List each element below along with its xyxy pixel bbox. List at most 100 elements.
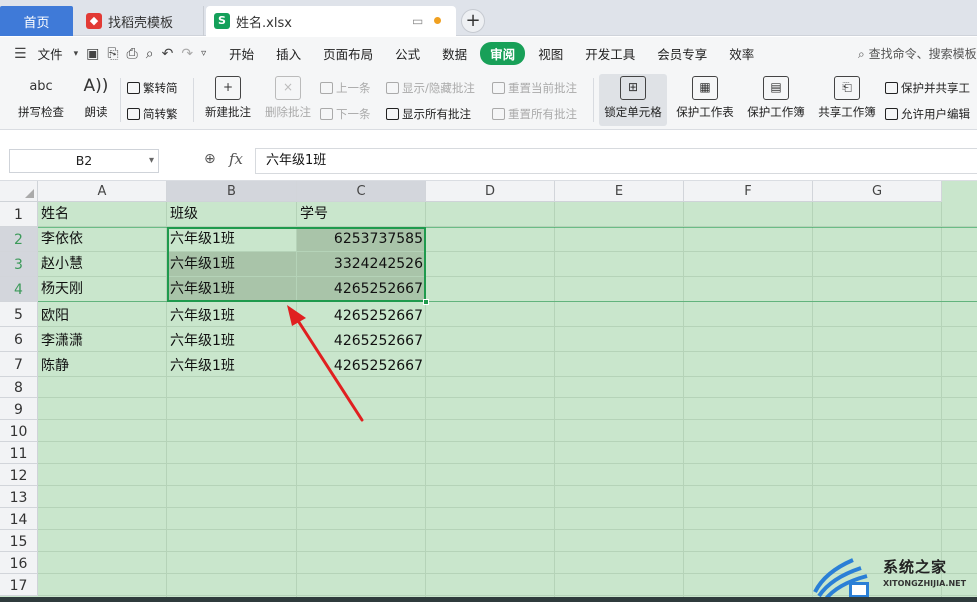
ribbon-separator bbox=[193, 78, 194, 122]
fx-icon[interactable]: fx bbox=[229, 150, 243, 168]
column-header-d[interactable]: D bbox=[426, 181, 555, 202]
menu-developer[interactable]: 开发工具 bbox=[578, 44, 642, 63]
menu-file[interactable]: 文件 bbox=[31, 44, 70, 63]
new-tab-button[interactable]: + bbox=[461, 9, 485, 33]
column-header-c[interactable]: C bbox=[297, 181, 426, 202]
share-workbook-label: 共享工作簿 bbox=[818, 105, 876, 119]
menu-data[interactable]: 数据 bbox=[435, 44, 474, 63]
column-header-g[interactable]: G bbox=[813, 181, 942, 202]
menu-efficiency[interactable]: 效率 bbox=[722, 44, 761, 63]
chevron-down-icon[interactable]: ▾ bbox=[70, 49, 83, 59]
table-cell[interactable]: 六年级1班 bbox=[167, 329, 297, 353]
menu-insert[interactable]: 插入 bbox=[269, 44, 308, 63]
share-workbook-button[interactable]: ⎗ 共享工作簿 bbox=[814, 74, 880, 126]
table-cell[interactable]: 4265252667 bbox=[297, 304, 426, 328]
row-header-5[interactable]: 5 bbox=[0, 302, 38, 327]
row-header-10[interactable]: 10 bbox=[0, 420, 38, 442]
row-header-14[interactable]: 14 bbox=[0, 508, 38, 530]
cell-header[interactable]: 姓名 bbox=[38, 202, 167, 226]
fill-handle[interactable] bbox=[423, 299, 429, 305]
prev-comment-button[interactable]: 上一条 bbox=[320, 80, 371, 96]
allow-edit-button[interactable]: 允许用户编辑 bbox=[885, 106, 970, 122]
hamburger-icon[interactable]: ☰ bbox=[10, 46, 31, 62]
simp-to-trad-button[interactable]: 简转繁 bbox=[127, 106, 178, 122]
lock-cell-button[interactable]: ⊞ 锁定单元格 bbox=[599, 74, 667, 126]
bottom-edge bbox=[0, 597, 977, 602]
command-search[interactable]: ⌕ 查找命令、搜索模板 bbox=[858, 45, 977, 62]
tab-home[interactable]: 首页 bbox=[0, 6, 73, 36]
row-header-8[interactable]: 8 bbox=[0, 377, 38, 398]
spell-check-icon: abc bbox=[29, 79, 53, 94]
search-icon: ⌕ bbox=[858, 47, 865, 61]
redo-icon[interactable]: ↷ bbox=[177, 46, 197, 62]
row-header-13[interactable]: 13 bbox=[0, 486, 38, 508]
table-cell[interactable]: 4265252667 bbox=[297, 354, 426, 378]
print-preview-icon[interactable]: ⌕ bbox=[142, 46, 158, 62]
read-aloud-button[interactable]: A)) 朗读 bbox=[80, 74, 112, 126]
row-header-17[interactable]: 17 bbox=[0, 574, 38, 596]
protect-share-button[interactable]: 保护并共享工 bbox=[885, 80, 970, 96]
menu-review[interactable]: 审阅 bbox=[480, 42, 526, 65]
new-comment-button[interactable]: + 新建批注 bbox=[200, 74, 256, 126]
trad-to-simp-button[interactable]: 繁转简 bbox=[127, 80, 178, 96]
column-header-f[interactable]: F bbox=[684, 181, 813, 202]
row-header-9[interactable]: 9 bbox=[0, 398, 38, 420]
next-comment-label: 下一条 bbox=[336, 107, 371, 121]
row-header-2[interactable]: 2 bbox=[0, 227, 38, 252]
read-aloud-icon: A)) bbox=[83, 76, 109, 96]
reset-current-comment-button[interactable]: 重置当前批注 bbox=[492, 80, 577, 96]
zoom-search-icon[interactable]: ⊕ bbox=[204, 151, 216, 167]
watermark-url: XITONGZHIJIA.NET bbox=[883, 579, 967, 588]
share-workbook-icon: ⎗ bbox=[834, 76, 860, 100]
table-cell[interactable]: 李潇潇 bbox=[38, 329, 167, 353]
row-header-15[interactable]: 15 bbox=[0, 530, 38, 552]
column-header-a[interactable]: A bbox=[38, 181, 167, 202]
protect-workbook-button[interactable]: ▤ 保护工作簿 bbox=[743, 74, 809, 126]
delete-comment-button[interactable]: × 删除批注 bbox=[260, 74, 316, 126]
menu-start[interactable]: 开始 bbox=[222, 44, 261, 63]
menu-view[interactable]: 视图 bbox=[531, 44, 570, 63]
trad-to-simp-label: 繁转简 bbox=[143, 81, 178, 95]
row-header-7[interactable]: 7 bbox=[0, 352, 38, 377]
tab-screen-icon[interactable]: ▭ bbox=[412, 14, 423, 28]
select-all-corner[interactable] bbox=[0, 181, 38, 202]
save-icon[interactable]: ▣ bbox=[82, 46, 103, 62]
undo-icon[interactable]: ↶ bbox=[158, 46, 178, 62]
next-comment-button[interactable]: 下一条 bbox=[320, 106, 371, 122]
sheet-grid[interactable]: A B C D E F G 1 2 3 4 5 6 7 8 9 10 11 12 13 14 15 16 17 姓名 班级 学号 李依… bbox=[0, 181, 977, 602]
row-header-3[interactable]: 3 bbox=[0, 252, 38, 277]
row-header-11[interactable]: 11 bbox=[0, 442, 38, 464]
row-header-1[interactable]: 1 bbox=[0, 202, 38, 227]
column-header-b[interactable]: B bbox=[167, 181, 297, 202]
grid-line bbox=[38, 441, 977, 442]
show-all-comments-button[interactable]: 显示所有批注 bbox=[386, 106, 471, 122]
show-hide-comment-label: 显示/隐藏批注 bbox=[402, 81, 475, 95]
cell-header[interactable]: 班级 bbox=[167, 202, 297, 226]
export-icon[interactable]: ⎘ bbox=[103, 46, 122, 62]
spell-check-button[interactable]: abc 拼写检查 bbox=[10, 74, 72, 126]
table-cell[interactable]: 欧阳 bbox=[38, 304, 167, 328]
menu-formula[interactable]: 公式 bbox=[388, 44, 427, 63]
show-all-comments-icon bbox=[386, 108, 399, 120]
cell-header[interactable]: 学号 bbox=[297, 202, 426, 226]
column-header-e[interactable]: E bbox=[555, 181, 684, 202]
table-cell[interactable]: 六年级1班 bbox=[167, 354, 297, 378]
row-header-4[interactable]: 4 bbox=[0, 277, 38, 302]
reset-all-comments-button[interactable]: 重置所有批注 bbox=[492, 106, 577, 122]
tab-template[interactable]: ◆ 找稻壳模板 bbox=[78, 6, 204, 36]
menu-layout[interactable]: 页面布局 bbox=[316, 44, 380, 63]
menu-member[interactable]: 会员专享 bbox=[650, 44, 714, 63]
row-header-6[interactable]: 6 bbox=[0, 327, 38, 352]
table-cell[interactable]: 陈静 bbox=[38, 354, 167, 378]
protect-sheet-button[interactable]: ▦ 保护工作表 bbox=[672, 74, 738, 126]
print-icon[interactable]: ⎙ bbox=[123, 46, 142, 62]
row-header-16[interactable]: 16 bbox=[0, 552, 38, 574]
formula-input[interactable]: 六年级1班 bbox=[255, 148, 977, 174]
row-header-12[interactable]: 12 bbox=[0, 464, 38, 486]
table-cell[interactable]: 六年级1班 bbox=[167, 304, 297, 328]
show-hide-comment-button[interactable]: 显示/隐藏批注 bbox=[386, 80, 475, 96]
table-cell[interactable]: 4265252667 bbox=[297, 329, 426, 353]
more-icon[interactable]: ▿ bbox=[197, 48, 210, 59]
name-box[interactable]: B2 ▾ bbox=[9, 149, 159, 173]
grid-line bbox=[38, 529, 977, 530]
